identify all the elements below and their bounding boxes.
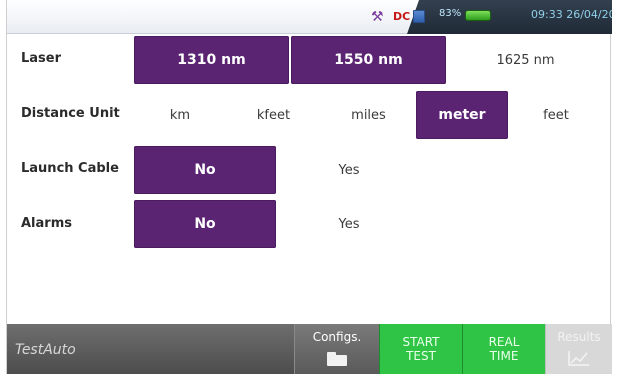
launch-cable-label: Launch Cable (21, 161, 119, 176)
chart-icon (568, 351, 589, 366)
start-test-label-line2: TEST (406, 349, 436, 363)
real-time-label-line2: TIME (489, 349, 519, 363)
distance-unit-kfeet[interactable]: kfeet (226, 91, 321, 139)
results-label: Results (557, 330, 601, 344)
bottom-toolbar: TestAuto Configs. START TEST REAL TIME R… (7, 324, 612, 374)
configs-button[interactable]: Configs. (294, 324, 379, 374)
laser-option-1625[interactable]: 1625 nm (448, 36, 603, 84)
distance-unit-miles[interactable]: miles (321, 91, 416, 139)
distance-unit-feet[interactable]: feet (510, 91, 602, 139)
dc-icon: DC (393, 10, 411, 23)
launch-cable-no[interactable]: No (134, 146, 276, 194)
laser-label: Laser (21, 51, 62, 66)
app-window: ⚒ DC 83% 09:33 26/04/202 Laser 1310 nm 1… (6, 0, 612, 374)
start-test-label-line1: START (402, 335, 440, 349)
distance-unit-label: Distance Unit (21, 106, 120, 121)
real-time-button[interactable]: REAL TIME (462, 324, 545, 374)
clock: 09:33 26/04/202 (531, 8, 612, 21)
real-time-label-line1: REAL (488, 335, 520, 349)
alarms-no[interactable]: No (134, 200, 276, 248)
alarms-label: Alarms (21, 216, 72, 231)
results-button[interactable]: Results (545, 324, 612, 374)
status-bar: ⚒ DC 83% 09:33 26/04/202 (7, 0, 612, 34)
distance-unit-km[interactable]: km (134, 91, 226, 139)
distance-unit-meter[interactable]: meter (416, 91, 508, 139)
app-name: TestAuto (15, 342, 76, 358)
start-test-button[interactable]: START TEST (379, 324, 462, 374)
laser-option-1310[interactable]: 1310 nm (134, 36, 289, 84)
configs-label: Configs. (312, 330, 362, 344)
plug-icon: ⚒ (371, 9, 384, 25)
laser-option-1550[interactable]: 1550 nm (291, 36, 446, 84)
alarms-yes[interactable]: Yes (278, 200, 420, 248)
disk-icon (413, 10, 425, 23)
launch-cable-yes[interactable]: Yes (278, 146, 420, 194)
battery-icon (465, 10, 491, 21)
folder-icon (327, 352, 347, 366)
battery-percent: 83% (439, 8, 462, 19)
